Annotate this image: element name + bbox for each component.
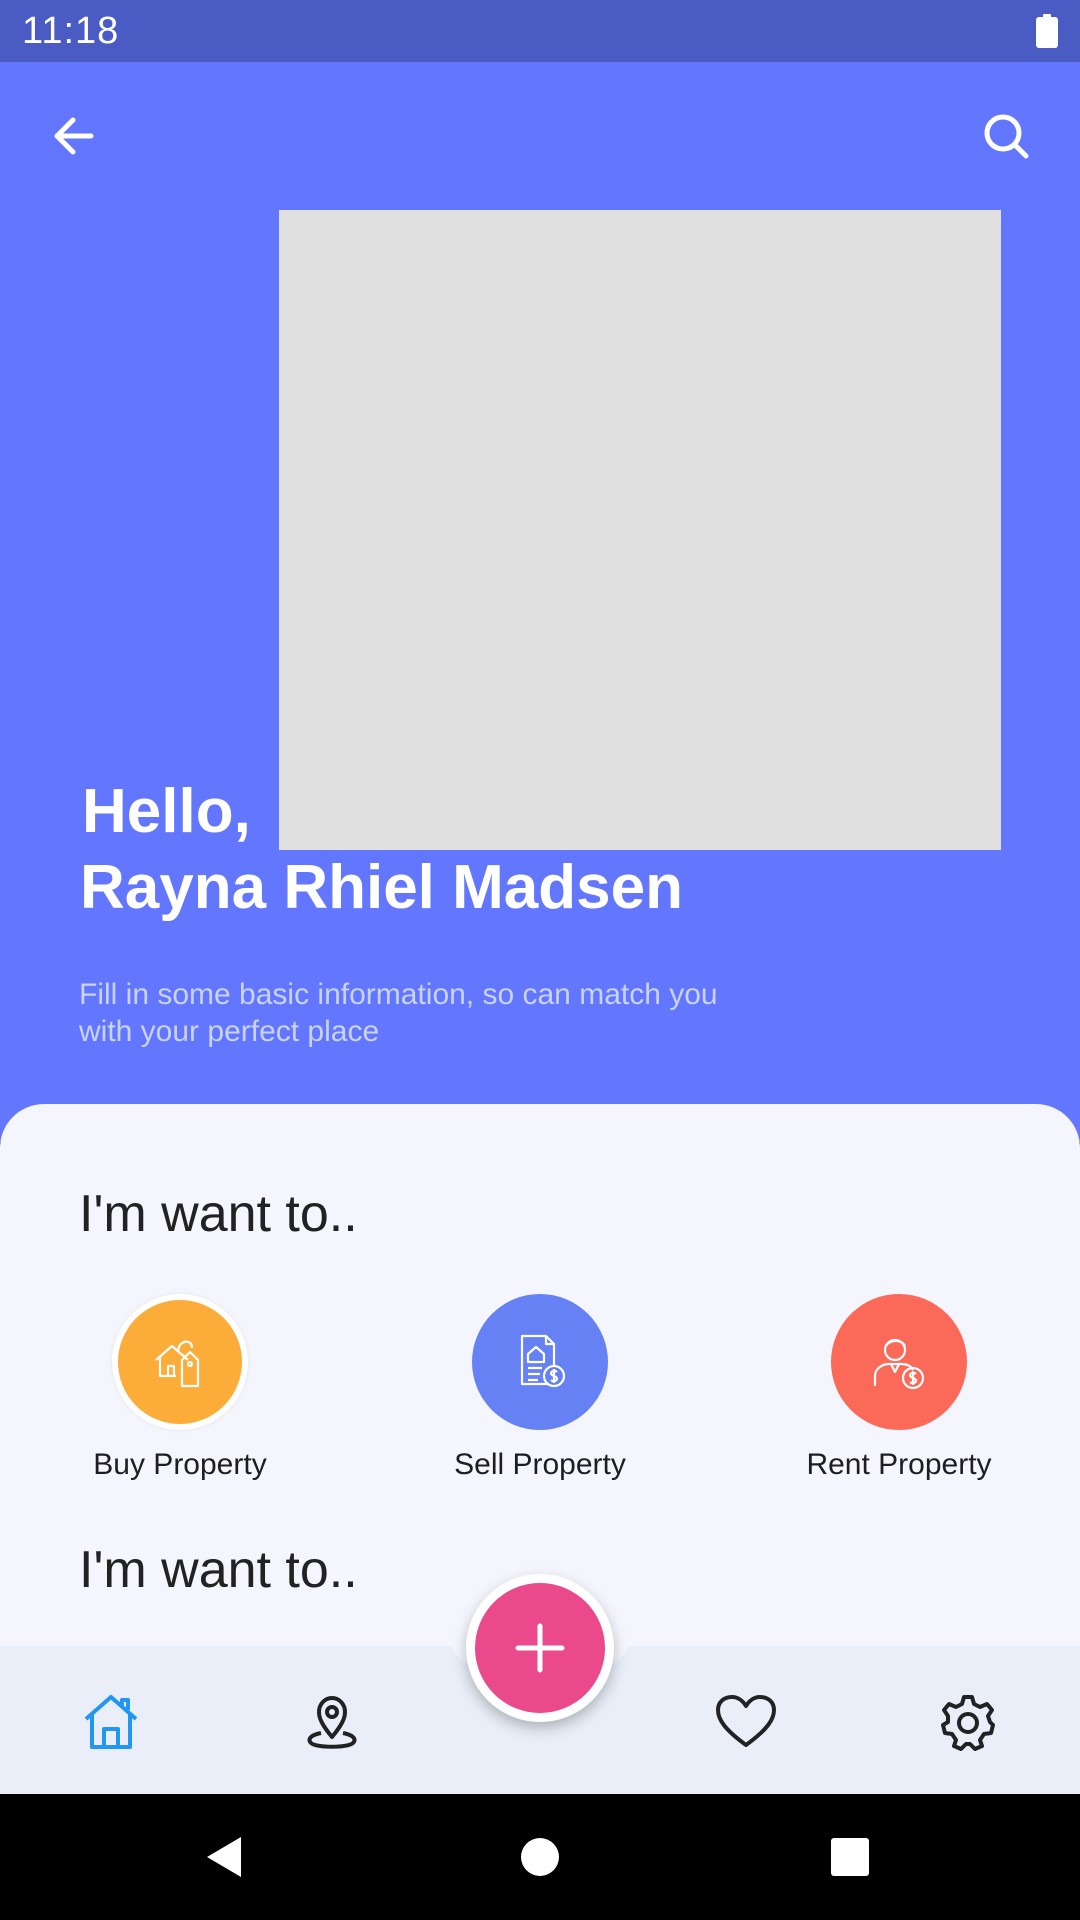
buy-property-label: Buy Property — [93, 1448, 267, 1481]
user-name: Rayna Rhiel Madsen — [80, 853, 683, 922]
sell-property-option[interactable]: Sell Property — [410, 1294, 670, 1482]
heart-icon — [716, 1695, 776, 1747]
buy-property-option[interactable]: Buy Property — [50, 1294, 310, 1482]
system-back-button[interactable] — [186, 1820, 260, 1894]
add-button[interactable] — [466, 1574, 614, 1722]
battery-icon — [1036, 14, 1058, 48]
add-button-inner[interactable] — [475, 1583, 605, 1713]
profile-header: Hello, Rayna Rhiel Madsen Fill in some b… — [0, 62, 1080, 1142]
sell-property-icon — [520, 1334, 566, 1388]
status-time: 11:18 — [22, 10, 120, 52]
arrow-left-icon — [54, 117, 94, 155]
buy-property-button[interactable] — [112, 1294, 248, 1430]
system-recents-button[interactable] — [813, 1820, 887, 1894]
buy-property-icon — [155, 1340, 200, 1388]
gear-icon — [941, 1695, 995, 1751]
square-recents-icon — [831, 1838, 869, 1876]
rent-property-option[interactable]: Rent Property — [769, 1294, 1029, 1482]
rent-property-label: Rent Property — [806, 1448, 992, 1481]
back-button[interactable] — [34, 96, 114, 176]
system-navigation-bar — [0, 1794, 1080, 1920]
section-title: I'm want to.. — [79, 1185, 358, 1243]
greeting-hello: Hello, — [82, 777, 251, 846]
plus-icon — [515, 1623, 565, 1673]
greeting: Hello, Rayna Rhiel Madsen — [80, 774, 683, 926]
nav-favorites[interactable] — [706, 1686, 786, 1758]
header-subtitle: Fill in some basic information, so can m… — [79, 978, 718, 1048]
rent-property-button[interactable] — [831, 1294, 967, 1430]
home-icon — [84, 1695, 138, 1749]
sell-property-label: Sell Property — [454, 1448, 626, 1481]
nav-map[interactable] — [292, 1686, 372, 1758]
nav-settings[interactable] — [928, 1686, 1008, 1758]
nav-home[interactable] — [71, 1686, 151, 1758]
sell-property-button[interactable] — [472, 1294, 608, 1430]
system-home-button[interactable] — [503, 1820, 577, 1894]
profile-image-placeholder — [279, 210, 1001, 850]
status-bar: 11:18 — [0, 0, 1080, 62]
map-pin-icon — [307, 1696, 357, 1749]
search-button[interactable] — [966, 96, 1046, 176]
section-title-secondary: I'm want to.. — [79, 1541, 358, 1599]
triangle-back-icon — [207, 1837, 241, 1877]
search-icon — [984, 114, 1029, 159]
rent-property-icon — [873, 1338, 925, 1390]
circle-home-icon — [521, 1838, 559, 1876]
